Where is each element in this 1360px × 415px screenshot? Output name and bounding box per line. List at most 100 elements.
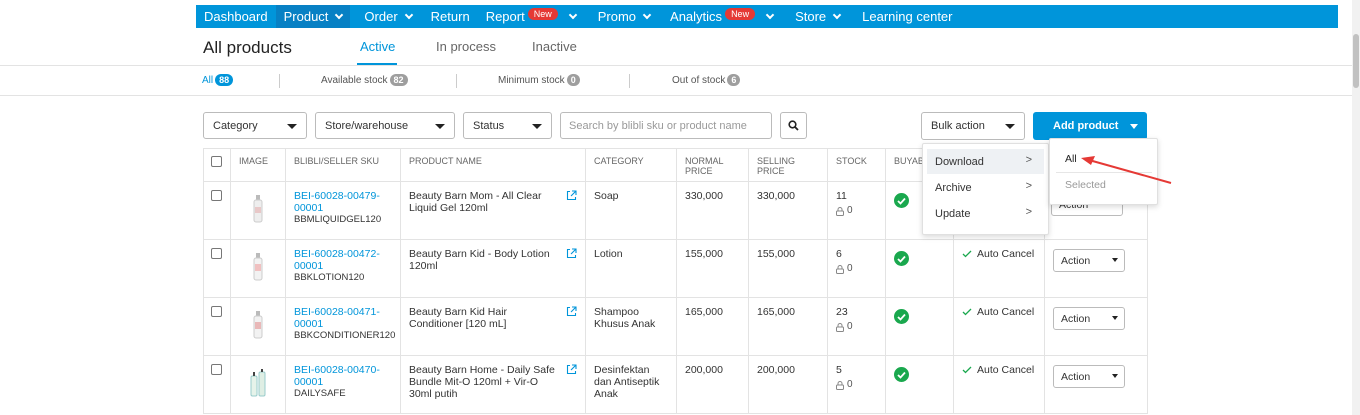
buyable-cell	[885, 355, 954, 414]
row-checkbox[interactable]	[211, 190, 222, 201]
chevron-down-icon	[642, 10, 652, 19]
nav-promo[interactable]: Promo	[590, 5, 658, 28]
seller-sku: BBKCONDITIONER120	[294, 330, 396, 341]
status-text: Auto Cancel	[977, 364, 1035, 376]
product-name-cell: Beauty Barn Kid Hair Conditioner [120 mL…	[400, 297, 586, 356]
status-select[interactable]: Status	[463, 112, 552, 139]
action-dropdown[interactable]: Action	[1053, 307, 1125, 330]
check-icon	[962, 366, 972, 374]
stock-cell: 5 0	[827, 355, 886, 414]
nav-analytics[interactable]: Analytics New	[662, 5, 781, 28]
caret-down-icon	[1005, 124, 1015, 129]
normal-price-cell: 200,000	[676, 355, 749, 414]
store-warehouse-select[interactable]: Store/warehouse	[315, 112, 455, 139]
sku-link[interactable]: BEI-60028-00470-00001	[294, 364, 392, 388]
select-all-checkbox[interactable]	[211, 156, 222, 167]
menu-item-update[interactable]: Update >	[927, 201, 1044, 226]
product-thumbnail[interactable]	[251, 194, 265, 224]
row-checkbox[interactable]	[211, 364, 222, 375]
selling-price-cell: 165,000	[748, 297, 828, 356]
new-badge: New	[527, 7, 558, 20]
table-row: BEI-60028-00471-00001 BBKCONDITIONER120 B…	[203, 297, 1148, 356]
row-checkbox[interactable]	[211, 248, 222, 259]
row-checkbox[interactable]	[211, 306, 222, 317]
check-circle-icon	[894, 251, 909, 266]
add-product-label: Add product	[1053, 120, 1119, 132]
check-circle-icon	[894, 193, 909, 208]
tab-in-process[interactable]: In process	[436, 39, 496, 54]
action-label: Action	[1061, 370, 1091, 383]
external-link-icon[interactable]	[566, 190, 577, 201]
add-product-button[interactable]: Add product	[1033, 112, 1147, 140]
product-thumbnail[interactable]	[251, 252, 265, 282]
stock-filter-minimum[interactable]: Minimum stock 0	[498, 74, 580, 86]
status-cell: Auto Cancel	[953, 355, 1045, 414]
seller-sku: BBMLIQUIDGEL120	[294, 214, 382, 225]
chevron-right-icon: >	[1025, 206, 1032, 218]
tab-active[interactable]: Active	[360, 39, 395, 54]
stock-cell: 23 0	[827, 297, 886, 356]
category-cell: Lotion	[585, 239, 677, 298]
selling-price-cell: 330,000	[748, 181, 828, 240]
top-navigation: Dashboard Product Order Return Report New…	[196, 5, 1338, 28]
scrollbar-thumb[interactable]	[1353, 34, 1359, 88]
count-badge: 0	[566, 74, 580, 86]
locked-stock: 0	[836, 379, 877, 391]
column-header-category: CATEGORY	[585, 148, 677, 182]
nav-store[interactable]: Store	[787, 5, 848, 28]
category-cell: Desinfektan dan Antiseptik Anak	[585, 355, 677, 414]
auto-cancel-status: Auto Cancel	[962, 248, 1036, 260]
search-input[interactable]	[560, 112, 772, 139]
tab-inactive[interactable]: Inactive	[532, 39, 577, 54]
chevron-right-icon: >	[1025, 154, 1032, 166]
nav-promo-label: Promo	[597, 9, 637, 24]
nav-learning-center[interactable]: Learning center	[854, 5, 960, 28]
sku-link[interactable]: BEI-60028-00472-00001	[294, 248, 392, 272]
product-thumbnail[interactable]	[251, 310, 265, 340]
external-link-icon[interactable]	[566, 248, 577, 259]
divider	[456, 74, 457, 88]
nav-dashboard[interactable]: Dashboard	[196, 5, 276, 28]
lock-icon	[836, 380, 844, 390]
sku-cell: BEI-60028-00470-00001 DAILYSAFE	[285, 355, 401, 414]
menu-item-archive[interactable]: Archive >	[927, 175, 1044, 200]
store-select-value: Store/warehouse	[325, 119, 409, 132]
nav-order[interactable]: Order	[356, 5, 419, 28]
table-row: BEI-60028-00472-00001 BBKLOTION120 Beauty…	[203, 239, 1148, 298]
nav-product-label: Product	[283, 9, 329, 24]
nav-product[interactable]: Product	[275, 5, 351, 28]
column-header-product-name: PRODUCT NAME	[400, 148, 586, 182]
product-thumbnail[interactable]	[249, 368, 267, 398]
external-link-icon[interactable]	[566, 364, 577, 375]
nav-analytics-label: Analytics	[670, 9, 723, 24]
external-link-icon[interactable]	[566, 306, 577, 317]
nav-report[interactable]: Report New	[478, 5, 584, 28]
search-button[interactable]	[780, 112, 807, 139]
normal-price-cell: 330,000	[676, 181, 749, 240]
stock-filter-available[interactable]: Available stock 82	[321, 74, 408, 86]
buyable-cell	[885, 297, 954, 356]
stock-filter-all[interactable]: All 88	[202, 74, 234, 86]
category-cell: Soap	[585, 181, 677, 240]
bulk-action-select[interactable]: Bulk action	[921, 112, 1025, 140]
nav-return[interactable]: Return	[423, 5, 478, 28]
check-icon	[962, 308, 972, 316]
page-scrollbar[interactable]	[1352, 0, 1360, 415]
sku-cell: BEI-60028-00472-00001 BBKLOTION120	[285, 239, 401, 298]
stock-filter-label: All	[202, 74, 214, 86]
status-text: Auto Cancel	[977, 306, 1035, 318]
locked-stock: 0	[836, 205, 877, 217]
chevron-down-icon	[765, 10, 775, 19]
status-cell: Auto Cancel	[953, 297, 1045, 356]
category-select[interactable]: Category	[203, 112, 307, 139]
action-dropdown[interactable]: Action	[1053, 249, 1125, 272]
stock-filter-out-of-stock[interactable]: Out of stock 6	[672, 74, 741, 86]
action-dropdown[interactable]: Action	[1053, 365, 1125, 388]
action-label: Action	[1061, 312, 1091, 325]
caret-down-icon	[1112, 316, 1118, 320]
sku-link[interactable]: BEI-60028-00479-00001	[294, 190, 392, 214]
menu-item-download[interactable]: Download >	[927, 149, 1044, 174]
auto-cancel-status: Auto Cancel	[962, 364, 1036, 376]
sku-link[interactable]: BEI-60028-00471-00001	[294, 306, 392, 330]
chevron-down-icon	[832, 10, 842, 19]
